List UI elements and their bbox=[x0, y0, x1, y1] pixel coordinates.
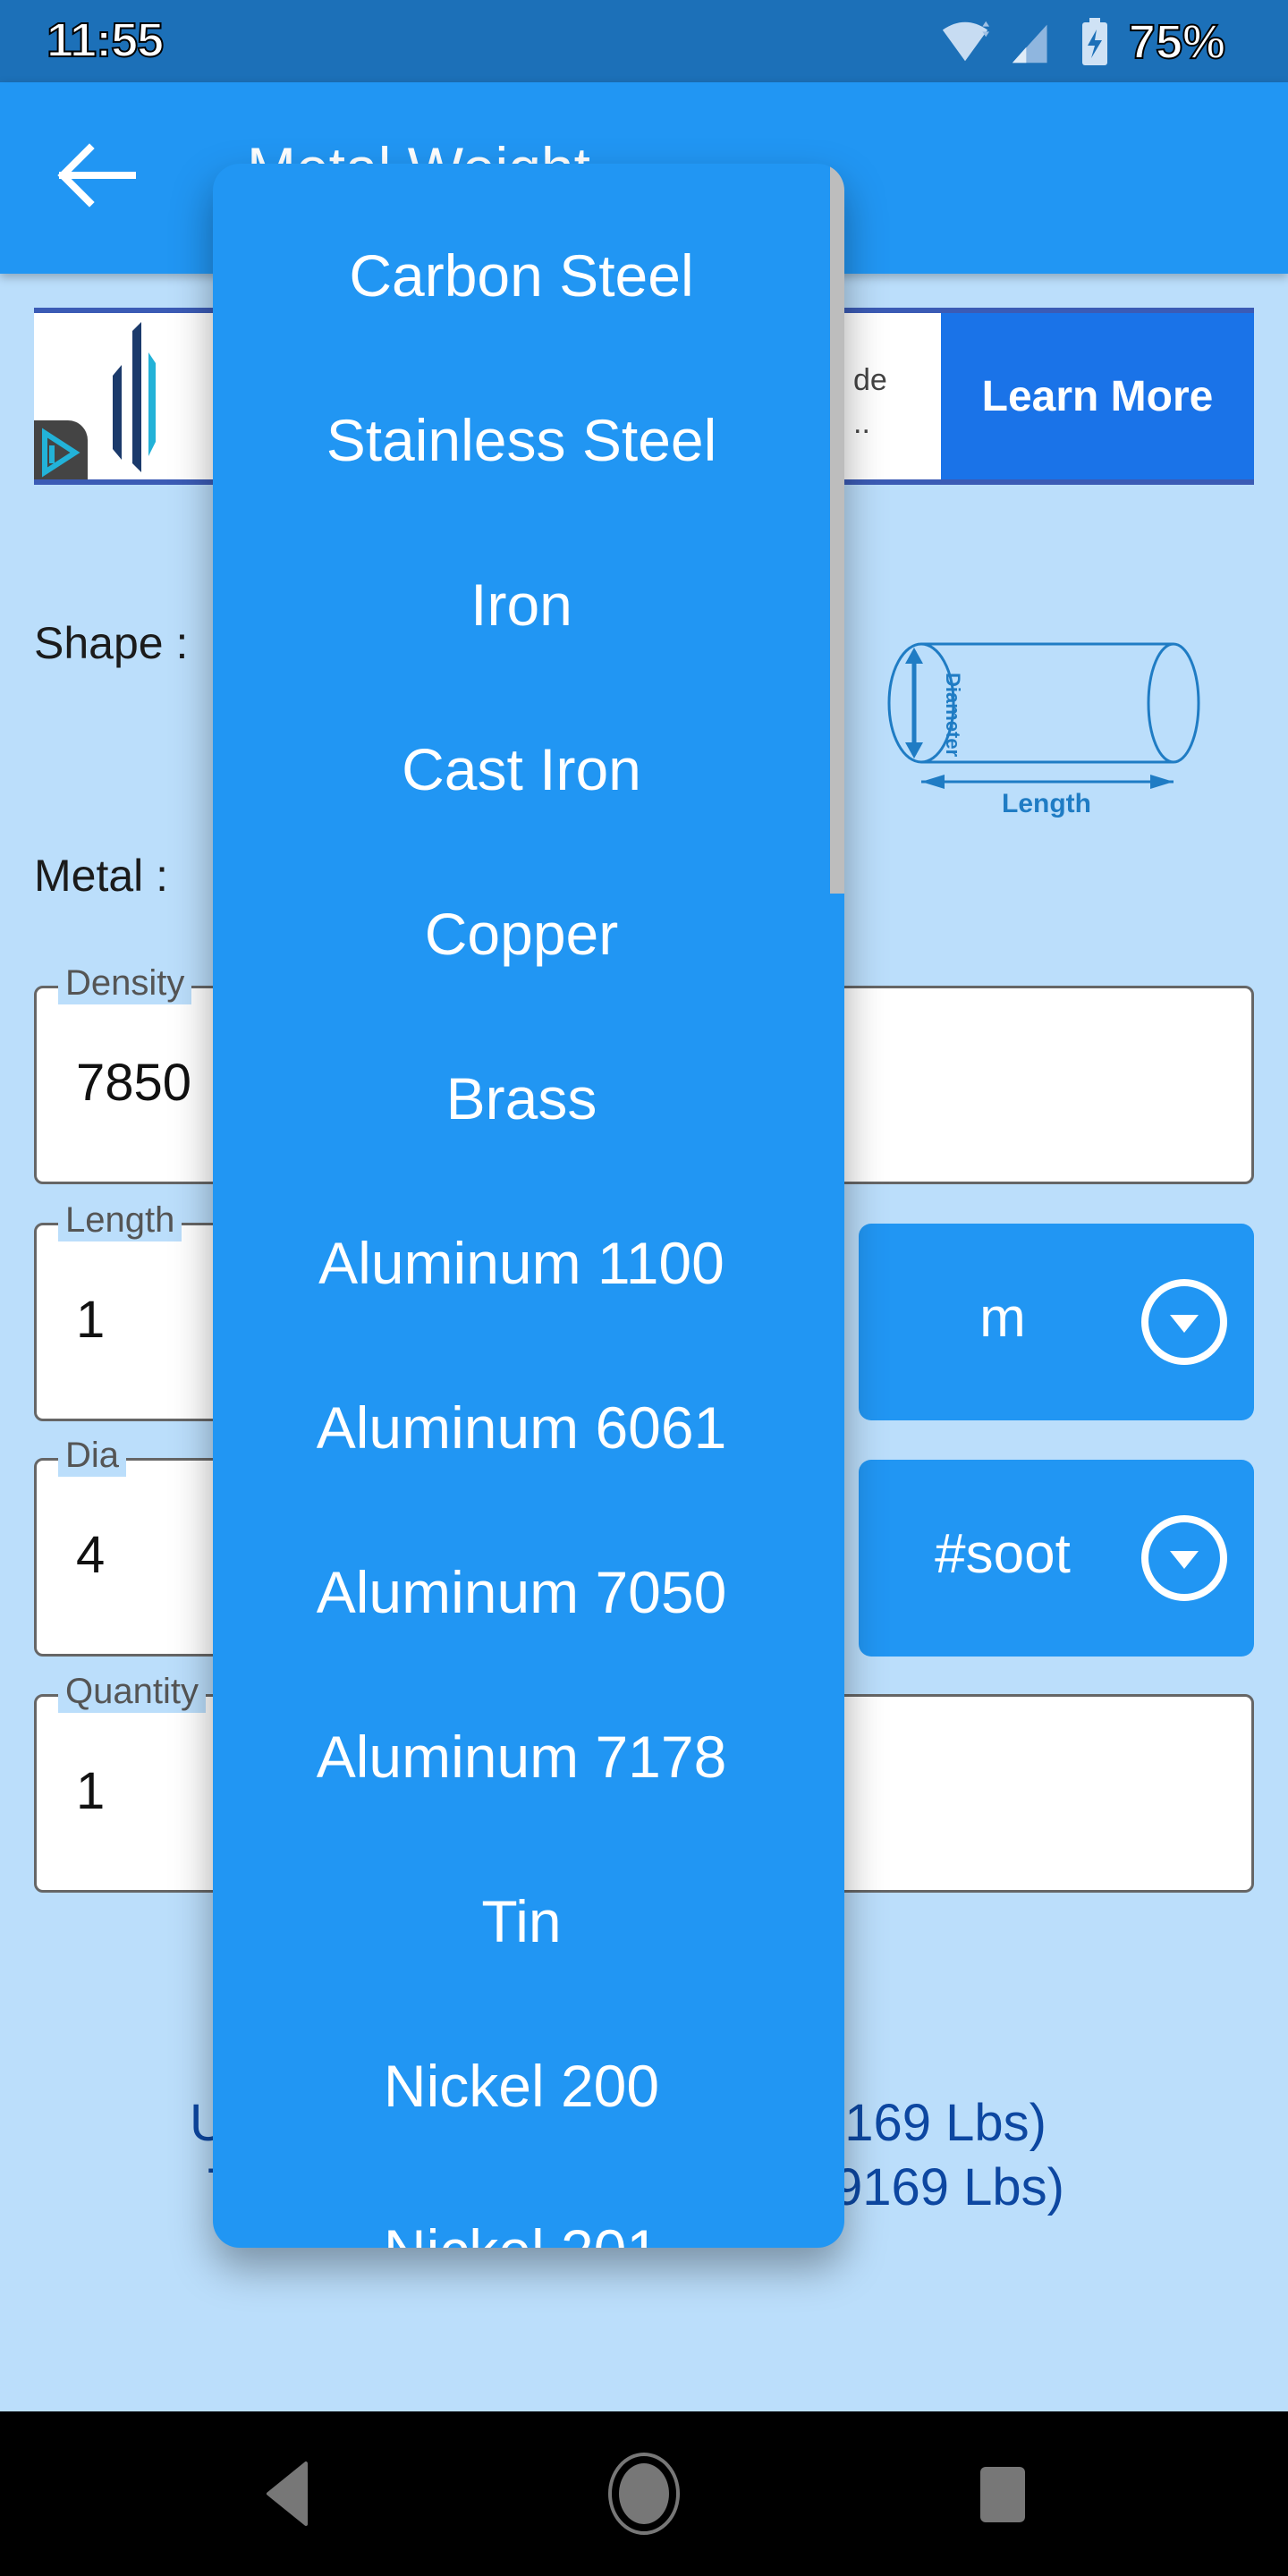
svg-text:Length: Length bbox=[1002, 789, 1091, 818]
dropdown-scrollbar-thumb[interactable] bbox=[830, 164, 844, 894]
dia-unit-value: #soot bbox=[935, 1523, 1071, 1585]
density-value[interactable]: 7850 bbox=[76, 1053, 191, 1113]
ad-text-ellipsis: .. bbox=[853, 406, 870, 440]
metal-option[interactable]: Aluminum 6061 bbox=[213, 1345, 830, 1510]
quantity-value[interactable]: 1 bbox=[76, 1761, 105, 1821]
dia-label: Dia bbox=[58, 1434, 127, 1477]
metal-option[interactable]: Iron bbox=[213, 522, 830, 687]
wifi-icon bbox=[942, 21, 989, 62]
nav-back-icon[interactable] bbox=[250, 2458, 331, 2529]
metal-option[interactable]: Carbon Steel bbox=[213, 193, 830, 358]
dropdown-scrollbar[interactable] bbox=[830, 164, 844, 2248]
dia-unit-dropdown[interactable]: #soot bbox=[859, 1460, 1254, 1657]
cylinder-shape-image: Diameter Length bbox=[887, 642, 1200, 818]
metal-dropdown-menu[interactable]: Carbon Steel Stainless Steel Iron Cast Iron… bbox=[213, 164, 844, 2248]
ad-choices-icon[interactable] bbox=[34, 420, 88, 479]
metal-option[interactable]: Stainless Steel bbox=[213, 358, 830, 522]
metal-option[interactable]: Brass bbox=[213, 1016, 830, 1181]
status-bar: 11:55 75% bbox=[0, 0, 1288, 82]
density-label: Density bbox=[58, 962, 192, 1004]
dropdown-circle-icon bbox=[1141, 1515, 1227, 1601]
metal-option[interactable]: Nickel 201 bbox=[213, 2168, 830, 2248]
total-weight-suffix: 9169 Lbs) bbox=[834, 2158, 1064, 2216]
shape-label: Shape : bbox=[34, 618, 189, 668]
dia-value[interactable]: 4 bbox=[76, 1525, 105, 1585]
unit-weight-suffix: 9169 Lbs) bbox=[816, 2094, 1046, 2152]
status-time: 11:55 bbox=[46, 13, 165, 68]
battery-percent: 75% bbox=[1128, 14, 1226, 70]
length-unit-dropdown[interactable]: m bbox=[859, 1224, 1254, 1420]
signal-icon bbox=[1012, 24, 1047, 64]
length-value[interactable]: 1 bbox=[76, 1290, 105, 1350]
metal-option[interactable]: Nickel 200 bbox=[213, 2004, 830, 2168]
metal-option[interactable]: Copper bbox=[213, 852, 830, 1016]
metal-option[interactable]: Cast Iron bbox=[213, 687, 830, 852]
ad-text: de bbox=[853, 363, 887, 397]
nav-recents-icon[interactable] bbox=[957, 2458, 1038, 2529]
length-unit-value: m bbox=[979, 1287, 1026, 1349]
nav-home-icon[interactable] bbox=[601, 2449, 687, 2538]
learn-more-button[interactable]: Learn More bbox=[941, 313, 1254, 479]
metal-option[interactable]: Aluminum 7178 bbox=[213, 1674, 830, 1839]
back-arrow-icon[interactable] bbox=[54, 143, 140, 208]
length-label: Length bbox=[58, 1199, 182, 1241]
status-icons: 75% bbox=[939, 14, 1226, 70]
metal-option[interactable]: Aluminum 7050 bbox=[213, 1510, 830, 1674]
metal-option[interactable]: Aluminum 1100 bbox=[213, 1181, 830, 1345]
quantity-label: Quantity bbox=[58, 1670, 206, 1713]
metal-option[interactable]: Tin bbox=[213, 1839, 830, 2004]
metal-label: Metal : bbox=[34, 851, 169, 901]
battery-charging-icon bbox=[1081, 18, 1107, 65]
system-nav-bar bbox=[0, 2411, 1288, 2576]
dropdown-circle-icon bbox=[1141, 1279, 1227, 1365]
svg-text:Diameter: Diameter bbox=[942, 673, 964, 758]
